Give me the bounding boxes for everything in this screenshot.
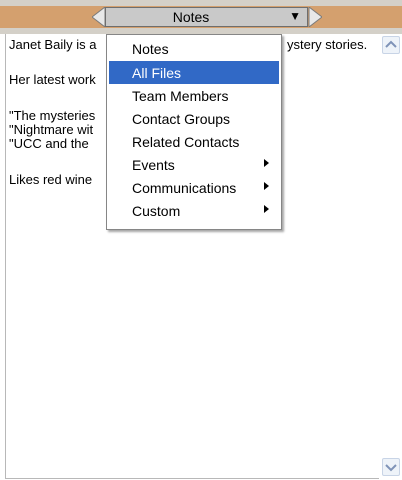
submenu-arrow-icon xyxy=(264,182,269,190)
menu-item-label: Communications xyxy=(132,180,237,196)
menu-item-related-contacts[interactable]: Related Contacts xyxy=(109,130,279,153)
chevron-left-icon[interactable] xyxy=(92,7,106,27)
submenu-arrow-icon xyxy=(264,159,269,167)
note-line-2: Her latest work xyxy=(9,72,96,87)
note-line-1-start: Janet Baily is a xyxy=(9,37,97,52)
note-line-5: "UCC and the xyxy=(9,136,89,151)
chevron-right-icon[interactable] xyxy=(308,7,322,27)
menu-item-label: All Files xyxy=(132,65,182,81)
menu-item-label: Custom xyxy=(132,203,181,219)
view-selector[interactable]: Notes ▼ xyxy=(105,7,308,27)
scroll-down-icon[interactable] xyxy=(382,458,400,476)
view-dropdown-menu: Notes All Files Team Members Contact Gro… xyxy=(106,34,282,230)
menu-item-events[interactable]: Events xyxy=(109,153,279,176)
note-line-4: "Nightmare wit xyxy=(9,122,94,137)
view-toolbar: Notes ▼ xyxy=(0,0,402,34)
menu-item-label: Contact Groups xyxy=(132,111,231,127)
note-line-3: "The mysteries xyxy=(9,108,96,123)
submenu-arrow-icon xyxy=(264,205,269,213)
menu-item-label: Events xyxy=(132,157,175,173)
triangle-down-icon[interactable]: ▼ xyxy=(289,9,301,23)
scroll-up-icon[interactable] xyxy=(382,36,400,54)
menu-item-custom[interactable]: Custom xyxy=(109,199,279,222)
menu-item-contact-groups[interactable]: Contact Groups xyxy=(109,107,279,130)
menu-item-label: Notes xyxy=(132,41,169,57)
note-line-6: Likes red wine xyxy=(9,172,93,187)
menu-item-label: Related Contacts xyxy=(132,134,240,150)
note-line-1-end: ystery stories. xyxy=(287,37,368,52)
menu-item-all-files[interactable]: All Files xyxy=(109,61,279,84)
vertical-scrollbar[interactable] xyxy=(381,34,401,478)
view-selector-label: Notes xyxy=(172,9,210,25)
menu-item-communications[interactable]: Communications xyxy=(109,176,279,199)
menu-item-notes[interactable]: Notes xyxy=(109,37,279,60)
menu-item-label: Team Members xyxy=(132,88,229,104)
menu-item-team-members[interactable]: Team Members xyxy=(109,84,279,107)
